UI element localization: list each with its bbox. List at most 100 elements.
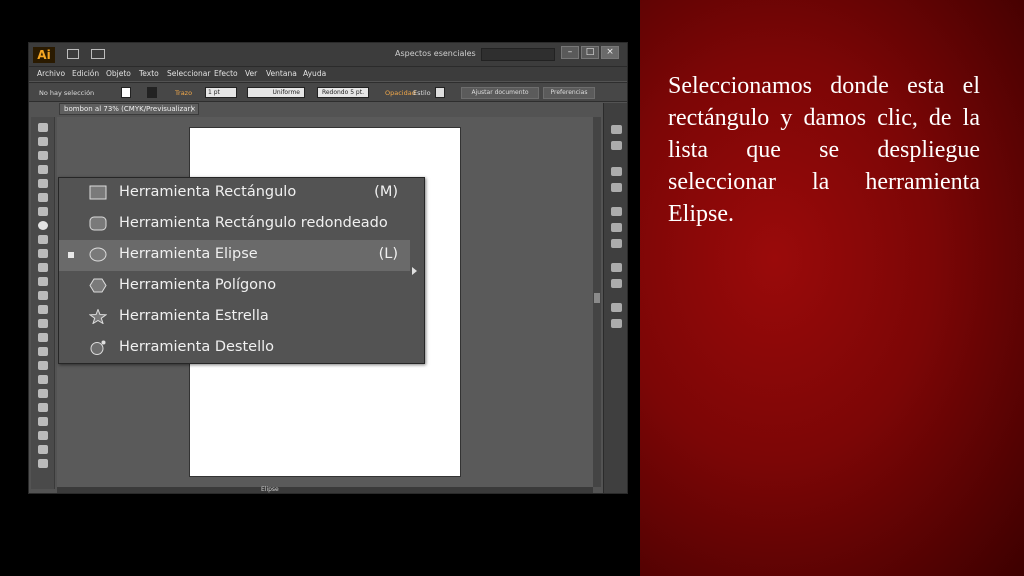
document-tab-close[interactable]: × [190,105,196,113]
stroke-weight-field[interactable]: 1 pt [205,87,237,98]
graphic-styles-panel-icon[interactable] [611,279,622,288]
rotate-tool-icon[interactable] [38,291,48,300]
ellipse-tool-icon[interactable] [38,221,48,230]
stroke-swatch[interactable] [147,87,157,98]
free-transform-tool-icon[interactable] [38,333,48,342]
flyout-item-shortcut: (M) [374,184,398,200]
appearance-panel-icon[interactable] [611,263,622,272]
menu-ventana[interactable]: Ventana [266,69,297,78]
star-icon [89,309,107,324]
eyedropper-tool-icon[interactable] [38,403,48,412]
warp-tool-icon[interactable] [38,319,48,328]
selection-status: No hay selección [39,89,95,97]
rectangle-icon [89,185,107,200]
status-current-tool: Elipse [261,486,279,493]
artboards-panel-icon[interactable] [611,319,622,328]
flyout-item-rectangle[interactable]: Herramienta Rectángulo (M) [59,178,410,209]
pen-tool-icon[interactable] [38,179,48,188]
type-tool-icon[interactable] [38,193,48,202]
close-button[interactable]: × [601,46,619,59]
paintbrush-tool-icon[interactable] [38,235,48,244]
workspace-switcher[interactable]: Aspectos esenciales [395,49,476,58]
style-label: Estilo [413,89,431,97]
rounded-rectangle-icon [89,216,107,231]
brush-definition[interactable]: Redondo 5 pt. [317,87,369,98]
scale-tool-icon[interactable] [38,305,48,314]
menu-texto[interactable]: Texto [139,69,159,78]
arrange-documents-icon[interactable] [91,49,105,59]
menu-ver[interactable]: Ver [245,69,257,78]
tools-panel [31,117,55,489]
opacity-label[interactable]: Opacidad [385,89,416,97]
flyout-item-shortcut: (L) [378,246,398,262]
slide: Ai Aspectos esenciales – □ × Archivo Edi… [0,0,1024,576]
tearoff-arrow-icon[interactable] [412,267,417,275]
flyout-item-label: Herramienta Estrella [119,308,269,324]
title-bar: Ai Aspectos esenciales – □ × [29,43,627,67]
preferences-button[interactable]: Preferencias [543,87,595,99]
direct-selection-tool-icon[interactable] [38,137,48,146]
gradient-tool-icon[interactable] [38,389,48,398]
blob-brush-tool-icon[interactable] [38,263,48,272]
menu-archivo[interactable]: Archivo [37,69,65,78]
vertical-scrollbar[interactable] [593,117,601,487]
stroke-panel-icon[interactable] [611,207,622,216]
menu-bar: Archivo Edición Objeto Texto Seleccionar… [29,67,627,81]
scrollbar-thumb[interactable] [594,293,600,303]
stroke-label[interactable]: Trazo [175,89,192,97]
flyout-item-star[interactable]: Herramienta Estrella [59,302,410,333]
ellipse-icon [89,247,107,262]
mesh-tool-icon[interactable] [38,375,48,384]
menu-efecto[interactable]: Efecto [214,69,238,78]
selection-tool-icon[interactable] [38,123,48,132]
column-graph-tool-icon[interactable] [38,445,48,454]
flyout-item-label: Herramienta Destello [119,339,274,355]
flyout-item-label: Herramienta Polígono [119,277,277,293]
eraser-tool-icon[interactable] [38,277,48,286]
control-bar: No hay selección Trazo 1 pt Uniforme Red… [29,82,627,102]
color-guide-panel-icon[interactable] [611,141,622,150]
bridge-icon[interactable] [67,49,79,59]
menu-ayuda[interactable]: Ayuda [303,69,326,78]
menu-edicion[interactable]: Edición [72,69,99,78]
maximize-button[interactable]: □ [581,46,599,59]
symbols-panel-icon[interactable] [611,183,622,192]
variable-width-profile[interactable]: Uniforme [247,87,305,98]
selected-bullet [68,252,74,258]
flyout-item-flare[interactable]: Herramienta Destello [59,333,410,364]
flyout-item-polygon[interactable]: Herramienta Polígono [59,271,410,302]
brushes-panel-icon[interactable] [611,167,622,176]
panel-dock [603,103,627,493]
flyout-item-label: Herramienta Rectángulo redondeado [119,215,388,231]
lasso-tool-icon[interactable] [38,165,48,174]
document-tab-label: bombon al 73% (CMYK/Previsualizar) [64,105,194,113]
flyout-item-rounded-rectangle[interactable]: Herramienta Rectángulo redondeado [59,209,410,240]
document-tab[interactable]: bombon al 73% (CMYK/Previsualizar) × [59,103,199,115]
ai-logo: Ai [33,47,55,63]
flare-icon [90,340,106,355]
artboard-tool-icon[interactable] [38,459,48,468]
pencil-tool-icon[interactable] [38,249,48,258]
symbol-sprayer-tool-icon[interactable] [38,431,48,440]
color-panel-icon[interactable] [611,125,622,134]
magic-wand-tool-icon[interactable] [38,151,48,160]
transparency-panel-icon[interactable] [611,239,622,248]
adjust-document-button[interactable]: Ajustar documento [461,87,539,99]
flyout-item-ellipse[interactable]: Herramienta Elipse (L) [59,240,410,271]
flyout-item-label: Herramienta Elipse [119,246,258,262]
style-swatch[interactable] [435,87,445,98]
minimize-button[interactable]: – [561,46,579,59]
shape-builder-tool-icon[interactable] [38,347,48,356]
layers-panel-icon[interactable] [611,303,622,312]
polygon-icon [89,278,107,293]
description-panel: Seleccionamos donde esta el rectángulo y… [640,0,1024,576]
blend-tool-icon[interactable] [38,417,48,426]
gradient-panel-icon[interactable] [611,223,622,232]
fill-swatch[interactable] [121,87,131,98]
perspective-grid-tool-icon[interactable] [38,361,48,370]
slide-description: Seleccionamos donde esta el rectángulo y… [668,73,980,227]
menu-seleccionar[interactable]: Seleccionar [167,69,210,78]
search-input[interactable] [481,48,555,61]
line-tool-icon[interactable] [38,207,48,216]
menu-objeto[interactable]: Objeto [106,69,131,78]
